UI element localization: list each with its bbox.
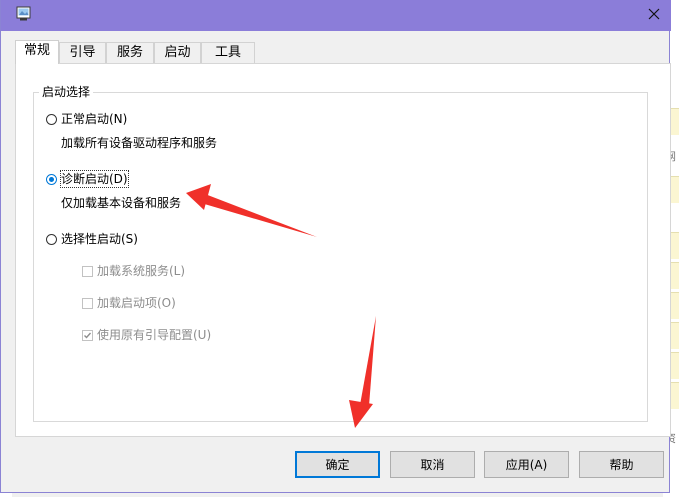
- normal-startup-radio[interactable]: 正常启动(N): [46, 111, 127, 127]
- checkbox-unchecked[interactable]: [82, 265, 93, 277]
- load-system-services-checkbox[interactable]: 加载系统服务(L): [82, 263, 185, 279]
- checkbox-unchecked[interactable]: [82, 297, 93, 309]
- msconfig-app-icon: [16, 6, 32, 22]
- diagnostic-startup-description: 仅加载基本设备和服务: [61, 196, 182, 210]
- ok-button[interactable]: 确定: [295, 451, 380, 478]
- load-startup-items-label[interactable]: 加载启动项(O): [97, 295, 176, 311]
- diagnostic-startup-label[interactable]: 诊断启动(D): [60, 170, 129, 188]
- radio-button-unchecked[interactable]: [46, 233, 57, 245]
- group-title: 启动选择: [39, 84, 94, 100]
- selective-startup-label[interactable]: 选择性启动(S): [61, 231, 138, 247]
- tab-services[interactable]: 服务: [106, 42, 154, 63]
- close-icon: [648, 8, 660, 23]
- startup-selection-group: 启动选择 正常启动(N) 加载所有设备驱动程序和服务 诊断启动(D) 仅加载基本…: [33, 84, 648, 422]
- load-system-services-label[interactable]: 加载系统服务(L): [97, 263, 185, 279]
- selective-startup-radio[interactable]: 选择性启动(S): [46, 231, 138, 247]
- diagnostic-startup-radio[interactable]: 诊断启动(D): [46, 170, 129, 188]
- tab-general[interactable]: 常规: [15, 40, 59, 64]
- normal-startup-description: 加载所有设备驱动程序和服务: [61, 136, 218, 150]
- radio-button-checked[interactable]: [46, 173, 57, 185]
- help-button[interactable]: 帮助: [579, 451, 664, 478]
- checkmark-icon: [84, 332, 92, 339]
- title-bar[interactable]: [1, 0, 671, 31]
- cancel-button[interactable]: 取消: [390, 451, 475, 478]
- radio-button-unchecked[interactable]: [46, 113, 57, 125]
- general-tab-panel: 启动选择 正常启动(N) 加载所有设备驱动程序和服务 诊断启动(D) 仅加载基本…: [15, 63, 671, 437]
- close-button[interactable]: [637, 0, 671, 31]
- use-original-boot-config-label[interactable]: 使用原有引导配置(U): [97, 327, 211, 343]
- tab-tools[interactable]: 工具: [201, 42, 255, 63]
- system-configuration-dialog: 常规 引导 服务 启动 工具 启动选择 正常启动(N) 加载所有设备驱动程序和服…: [0, 0, 671, 493]
- load-startup-items-checkbox[interactable]: 加载启动项(O): [82, 295, 176, 311]
- checkbox-checked[interactable]: [82, 329, 93, 341]
- normal-startup-label[interactable]: 正常启动(N): [61, 111, 127, 127]
- apply-button[interactable]: 应用(A): [484, 451, 569, 478]
- use-original-boot-config-checkbox[interactable]: 使用原有引导配置(U): [82, 327, 211, 343]
- tab-startup[interactable]: 启动: [154, 42, 201, 63]
- tab-boot[interactable]: 引导: [59, 42, 106, 63]
